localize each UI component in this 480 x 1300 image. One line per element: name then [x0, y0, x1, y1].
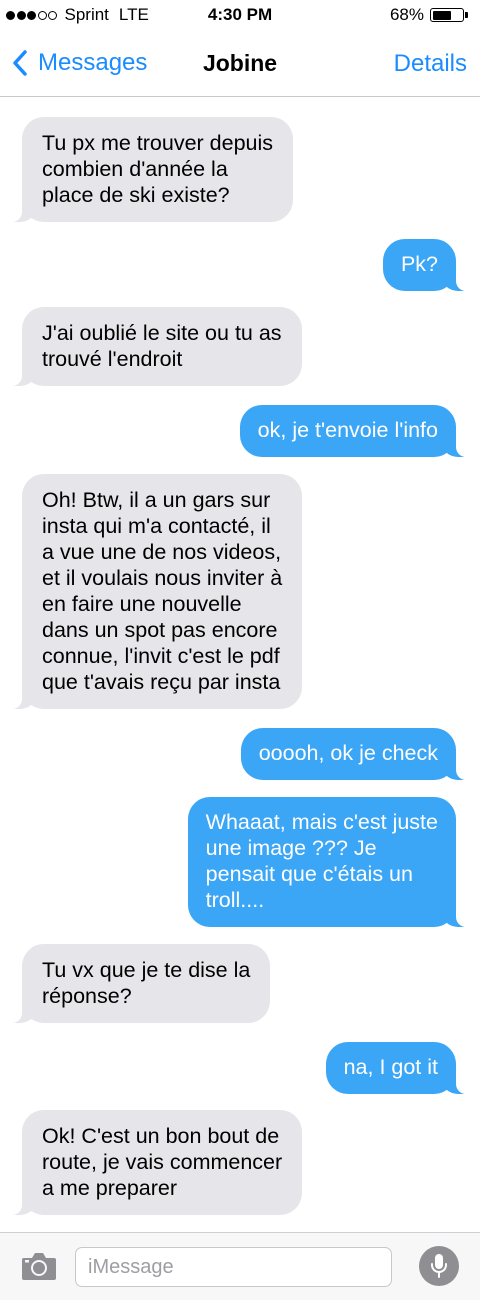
microphone-icon [431, 1254, 447, 1278]
battery-percent: 68% [389, 5, 424, 24]
message-bubble-incoming[interactable]: Tu px me trouver depuis combien d'année … [9, 117, 294, 222]
message-bubble-incoming[interactable]: Ok! C'est un bon bout de route, je vais … [9, 1110, 303, 1215]
battery-icon [430, 8, 464, 22]
details-button[interactable]: Details [394, 50, 467, 78]
imessage-input[interactable]: iMessage [75, 1247, 392, 1287]
message-bubble-outgoing[interactable]: ooooh, ok je check [240, 728, 469, 780]
message-bubble-incoming[interactable]: Tu vx que je te dise la réponse? [9, 944, 271, 1023]
message-bubble-outgoing[interactable]: Pk? [382, 239, 469, 291]
microphone-button[interactable] [419, 1246, 459, 1286]
status-right: 68% [390, 5, 468, 25]
message-bubble-incoming[interactable]: J'ai oublié le site ou tu as trouvé l'en… [10, 307, 302, 386]
status-bar: Sprint LTE 4:30 PM 68% [0, 0, 480, 30]
message-bubble-incoming[interactable]: Oh! Btw, il a un gars sur insta qui m'a … [9, 474, 303, 709]
message-input-bar: iMessage [0, 1232, 480, 1300]
navigation-bar: Messages Jobine Details [0, 30, 480, 97]
battery-fill [432, 10, 451, 20]
message-bubble-outgoing[interactable]: Whaaat, mais c'est juste une image ??? J… [187, 797, 469, 927]
camera-icon[interactable] [20, 1250, 58, 1282]
battery-tip [465, 12, 468, 18]
message-bubble-outgoing[interactable]: na, I got it [325, 1042, 469, 1094]
message-bubble-outgoing[interactable]: ok, je t'envoie l'info [239, 405, 469, 457]
